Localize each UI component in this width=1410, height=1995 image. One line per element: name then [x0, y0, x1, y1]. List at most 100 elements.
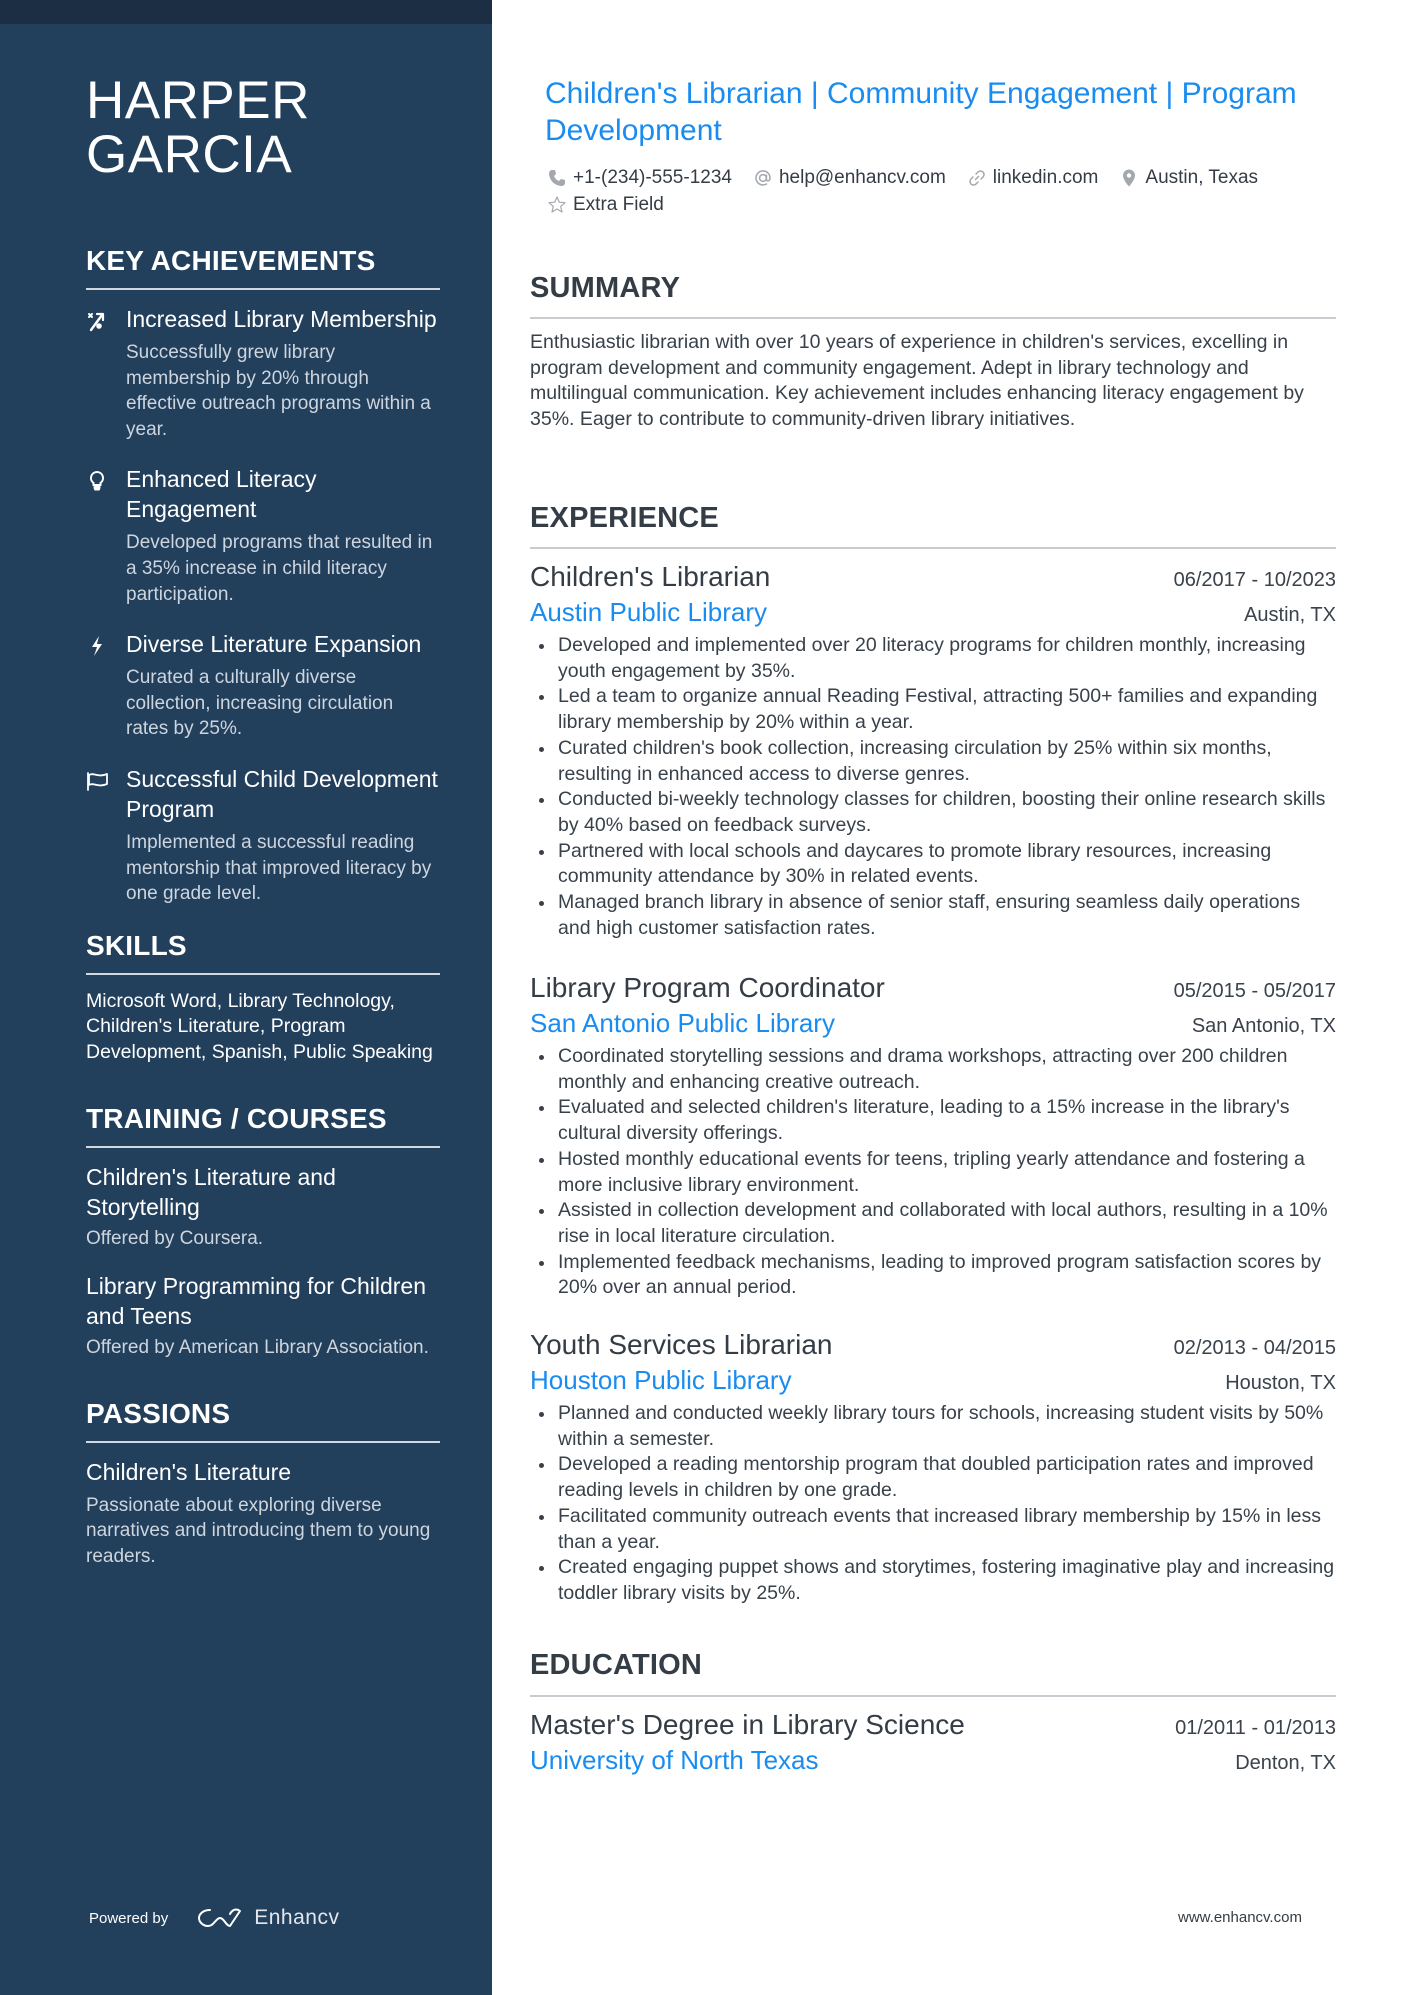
education-entry: Master's Degree in Library Science 01/20… — [530, 1707, 1336, 1777]
job-title: Youth Services Librarian — [530, 1329, 833, 1360]
summary-text: Enthusiastic librarian with over 10 year… — [530, 331, 1304, 431]
last-name: GARCIA — [86, 125, 293, 184]
bullet-item: Implemented feedback mechanisms, leading… — [530, 1250, 1336, 1301]
bullet-item: Managed branch library in absence of sen… — [530, 890, 1336, 941]
growth-chart-icon — [86, 310, 108, 332]
job-dates: 05/2015 - 05/2017 — [1173, 980, 1336, 1002]
experience-entry: Library Program Coordinator 05/2015 - 05… — [530, 970, 1336, 1301]
job-dates: 06/2017 - 10/2023 — [1173, 569, 1336, 591]
achievement-title: Increased Library Membership — [126, 306, 437, 332]
bullet-item: Planned and conducted weekly library tou… — [530, 1401, 1336, 1452]
job-location: Austin, TX — [1244, 604, 1336, 626]
achievements-section: KEY ACHIEVEMENTS Increased Library Membe… — [86, 244, 440, 907]
section-divider — [530, 1695, 1336, 1697]
experience-entry: Youth Services Librarian 02/2013 - 04/20… — [530, 1327, 1336, 1607]
achievement-description: Developed programs that resulted in a 35… — [126, 532, 433, 605]
extra-field-text: Extra Field — [573, 194, 664, 215]
experience-heading: EXPERIENCE — [530, 502, 719, 534]
sidebar-top-strip — [0, 0, 492, 24]
training-section: TRAINING / COURSES Children's Literature… — [86, 1102, 440, 1361]
bullet-item: Partnered with local schools and daycare… — [530, 839, 1336, 890]
skills-list: Microsoft Word, Library Technology, Chil… — [86, 989, 433, 1063]
passion-title: Children's Literature — [86, 1458, 292, 1485]
achievement-title: Enhanced Literacy Engagement — [126, 466, 317, 523]
school[interactable]: University of North Texas — [530, 1743, 819, 1777]
section-divider — [530, 547, 1336, 549]
first-name: HARPER — [86, 71, 310, 130]
passion-description: Passionate about exploring diverse narra… — [86, 1494, 431, 1567]
footer-url[interactable]: www.enhancv.com — [1178, 1909, 1302, 1926]
achievement-title: Diverse Literature Expansion — [126, 631, 422, 658]
section-divider — [86, 972, 440, 975]
contact-info: +1-(234)-555-1234 help@enhancv.com linke… — [547, 164, 1347, 218]
email-text: help@enhancv.com — [778, 167, 946, 188]
course-title: Children's Literature and Storytelling — [86, 1163, 336, 1220]
achievement-description: Curated a culturally diverse collection,… — [126, 667, 394, 740]
bullet-item: Evaluated and selected children's litera… — [530, 1095, 1336, 1146]
powered-by-label: Powered by — [89, 1909, 169, 1927]
bullet-item: Developed and implemented over 20 litera… — [530, 633, 1336, 684]
achievement-item: Diverse Literature Expansion Curated a c… — [86, 629, 440, 742]
course-provider: Offered by Coursera. — [86, 1227, 264, 1249]
course-item: Library Programming for Children and Tee… — [86, 1271, 440, 1361]
bullet-item: Assisted in collection development and c… — [530, 1198, 1336, 1249]
job-title: Children's Librarian — [530, 561, 771, 592]
phone-icon — [549, 169, 565, 186]
phone-text: +1-(234)-555-1234 — [573, 167, 732, 188]
sidebar: HARPER GARCIA KEY ACHIEVEMENTS Increased… — [0, 0, 492, 1995]
achievements-heading: KEY ACHIEVEMENTS — [86, 245, 376, 276]
at-sign-icon — [755, 169, 771, 186]
course-title: Library Programming for Children and Tee… — [86, 1273, 427, 1330]
job-organization[interactable]: Austin Public Library — [530, 595, 767, 629]
link-text: linkedin.com — [992, 167, 1099, 188]
education-location: Denton, TX — [1235, 1752, 1336, 1774]
job-bullets: Planned and conducted weekly library tou… — [530, 1401, 1336, 1607]
candidate-name: HARPER GARCIA — [86, 74, 440, 182]
section-divider — [86, 1440, 440, 1443]
job-bullets: Coordinated storytelling sessions and dr… — [530, 1044, 1336, 1301]
job-title: Library Program Coordinator — [530, 972, 885, 1003]
bullet-item: Led a team to organize annual Reading Fe… — [530, 684, 1336, 735]
job-organization[interactable]: San Antonio Public Library — [530, 1006, 835, 1040]
job-bullets: Developed and implemented over 20 litera… — [530, 633, 1336, 941]
sidebar-content: HARPER GARCIA KEY ACHIEVEMENTS Increased… — [86, 74, 440, 1569]
map-pin-icon — [1123, 169, 1136, 186]
contact-link[interactable]: linkedin.com — [967, 164, 1099, 191]
skills-heading: SKILLS — [86, 929, 187, 961]
contact-extra: Extra Field — [547, 191, 664, 218]
section-divider — [86, 1145, 440, 1148]
bullet-item: Conducted bi-weekly technology classes f… — [530, 787, 1336, 838]
degree: Master's Degree in Library Science — [530, 1709, 965, 1740]
job-organization[interactable]: Houston Public Library — [530, 1363, 792, 1397]
flag-icon — [86, 770, 108, 792]
bullet-item: Facilitated community outreach events th… — [530, 1504, 1336, 1555]
course-item: Children's Literature and Storytelling O… — [86, 1162, 440, 1252]
link-icon — [969, 169, 985, 186]
job-location: Houston, TX — [1225, 1372, 1336, 1394]
achievement-description: Implemented a successful reading mentors… — [126, 831, 432, 905]
contact-location: Austin, Texas — [1119, 164, 1258, 191]
bullet-item: Hosted monthly educational events for te… — [530, 1147, 1336, 1198]
bullet-item: Developed a reading mentorship program t… — [530, 1452, 1336, 1503]
training-heading: TRAINING / COURSES — [86, 1102, 387, 1134]
enhancv-logo-icon[interactable] — [196, 1905, 244, 1931]
education-dates: 01/2011 - 01/2013 — [1175, 1717, 1336, 1739]
job-dates: 02/2013 - 04/2015 — [1173, 1337, 1336, 1359]
location-text: Austin, Texas — [1145, 167, 1259, 188]
skills-section: SKILLS Microsoft Word, Library Technolog… — [86, 929, 440, 1066]
achievement-item: Increased Library Membership Successfull… — [86, 304, 440, 442]
education-heading: EDUCATION — [530, 1649, 703, 1681]
lightning-bolt-icon — [86, 635, 108, 657]
course-provider: Offered by American Library Association. — [86, 1337, 429, 1359]
bullet-item: Coordinated storytelling sessions and dr… — [530, 1044, 1336, 1095]
passions-heading: PASSIONS — [86, 1397, 231, 1429]
headline: Children's Librarian | Community Engagem… — [545, 77, 1297, 147]
achievement-item: Enhanced Literacy Engagement Developed p… — [86, 464, 440, 607]
achievement-description: Successfully grew library membership by … — [126, 342, 431, 440]
enhancv-brand[interactable]: Enhancv — [254, 1906, 339, 1930]
contact-email[interactable]: help@enhancv.com — [753, 164, 946, 191]
bullet-item: Created engaging puppet shows and storyt… — [530, 1555, 1336, 1606]
contact-phone[interactable]: +1-(234)-555-1234 — [547, 164, 732, 191]
achievement-title: Successful Child Development Program — [126, 765, 438, 822]
experience-entry: Children's Librarian 06/2017 - 10/2023 A… — [530, 559, 1336, 941]
